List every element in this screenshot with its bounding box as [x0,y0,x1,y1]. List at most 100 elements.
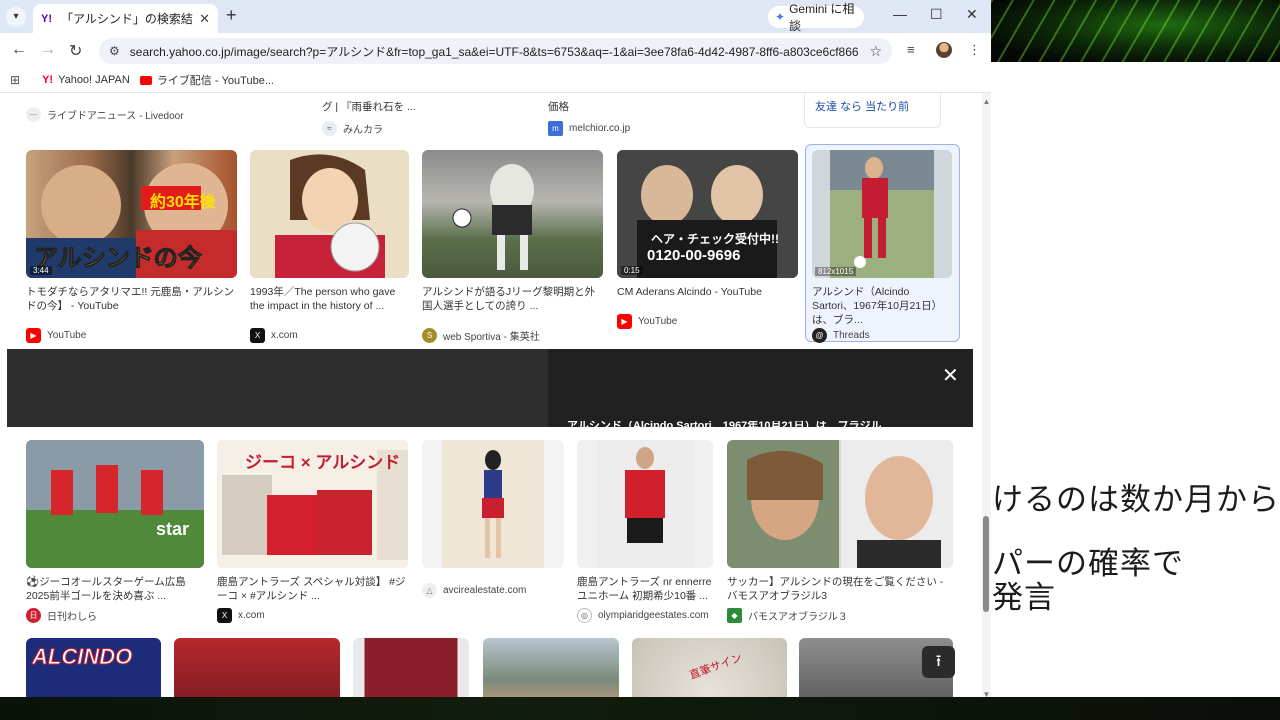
result-source[interactable]: ▶ YouTube [617,314,677,329]
address-url[interactable]: search.yahoo.co.jp/image/search?p=アルシンド&… [130,43,860,60]
x-icon: X [217,608,232,623]
gemini-sparkle-icon: ✦ [775,10,786,24]
result-caption: アルシンド（Alcindo Sartori、1967年10月21日）は、ブラ..… [812,286,943,326]
result-source[interactable]: X x.com [217,608,265,623]
result-thumbnail[interactable] [422,150,603,278]
result-thumbnail[interactable] [483,638,619,697]
thumbnail-overlay-main: アルシンドの今 [34,245,203,273]
video-subtitle-line-3: 発言 [992,580,1056,616]
result-thumbnail[interactable] [174,638,340,697]
video-duration: 3:44 [30,266,52,275]
result-source[interactable]: 日 日刊わしら [26,608,97,623]
maximize-button[interactable]: ☐ [930,6,943,23]
source-label: ライブドアニュース - Livedoor [47,111,184,122]
back-arrow-icon[interactable]: ← [11,41,27,59]
scroll-to-top-button[interactable]: ⭱ [922,646,955,678]
reading-list-icon[interactable]: ≡ [907,42,915,57]
sportiva-icon: S [422,328,437,343]
result-thumbnail[interactable] [577,440,713,568]
source-label: melchior.co.jp [569,123,631,134]
preview-image-area[interactable] [7,349,548,427]
result-caption: アルシンドが語るJリーグ黎明期と外国人選手としての誇り ... [422,286,596,312]
livedoor-icon: — [26,107,41,122]
apps-grid-icon[interactable]: ⊞ [10,73,20,87]
result-thumbnail[interactable] [250,150,409,278]
source-label: 日刊わしら [47,612,97,623]
result-caption: 友達 なら 当たり前 [815,101,910,113]
source-label: YouTube [47,330,87,341]
menu-kebab-icon[interactable]: ⋮ [968,42,981,58]
browser-window: ▾ Y! 「アルシンド」の検索結果 - Yahoo! ✕ + ✦ Gemini … [0,0,991,697]
close-window-button[interactable]: ✕ [966,6,978,23]
site-info-icon[interactable]: ⚙ [109,44,120,58]
scroll-down-arrow-icon[interactable]: ▼ [982,690,991,697]
result-source[interactable]: S web Sportiva - 集英社 [422,328,540,343]
result-thumbnail[interactable] [422,440,564,568]
bookmark-yahoo-japan[interactable]: Y! Yahoo! JAPAN [42,74,130,86]
source-label: みんカラ [343,125,383,136]
result-thumbnail[interactable] [727,440,953,568]
reload-icon[interactable]: ↻ [69,41,82,61]
tab-search-dropdown-icon[interactable]: ▾ [6,7,26,27]
result-thumbnail[interactable]: ヘア・チェック受付中!! 0120-00-9696 0:15 [617,150,798,278]
minimize-button[interactable]: — [893,6,907,22]
gemini-button[interactable]: ✦ Gemini に相談 [768,2,864,33]
x-icon: X [250,328,265,343]
result-thumbnail[interactable]: 812x1015 [812,150,952,278]
bookmark-youtube-live[interactable]: ライブ配信 - YouTube... [139,72,274,88]
source-label: x.com [271,330,298,341]
result-source[interactable]: @ Threads [812,328,870,343]
result-source[interactable]: m melchior.co.jp [548,121,630,136]
result-caption: 1993年／The person who gave the impact in … [250,286,396,312]
tab-close-icon[interactable]: ✕ [199,11,210,27]
cm-overlay-line-1: ヘア・チェック受付中!! [651,232,779,246]
yahoo-favicon-icon: Y! [41,12,52,25]
screen: けるのは数か月から パーの確率で 発言 ▾ Y! 「アルシンド」の検索結果 - … [0,0,1280,720]
result-card-partial[interactable]: 友達 なら 当たり前 [804,93,941,128]
page-scrollbar[interactable] [982,93,991,697]
tab-title: 「アルシンド」の検索結果 - Yahoo! [61,12,194,26]
scrollbar-thumb[interactable] [983,516,989,612]
alcindo-logo-text: ALCINDO [31,644,133,670]
result-source[interactable]: — ライブドアニュース - Livedoor [26,107,184,122]
result-caption: トモダチならアタリマエ!! 元鹿島・アルシンドの今】 - YouTube [26,286,235,312]
result-source[interactable]: ▶ YouTube [26,328,86,343]
result-caption: ⚽ジーコオールスターゲーム広島2025前半ゴールを決め喜ぶ ... [26,576,186,602]
result-source[interactable]: ◆ バモスアオブラジル３ [727,608,848,623]
result-thumbnail[interactable]: ジーコ × アルシンド [217,440,408,568]
result-source[interactable]: ◎ olympiaridgeestates.com [577,608,709,623]
result-caption: 鹿島アントラーズ スペシャル対談】 #ジーコ × #アルシンド ... [217,576,406,602]
image-size-badge: 812x1015 [815,267,857,276]
players-photo-art: star [26,440,204,568]
source-label: x.com [238,610,265,621]
illustration-art [250,150,409,278]
profile-avatar[interactable] [936,42,952,58]
result-source[interactable]: X x.com [250,328,298,343]
bookmark-star-icon[interactable]: ☆ [869,43,882,60]
result-source[interactable]: ≈ みんカラ [322,121,383,136]
result-caption [26,93,286,99]
result-thumbnail[interactable]: 約30年後 アルシンドの今 3:44 [26,150,237,278]
close-icon[interactable]: ✕ [942,363,959,388]
tab-yahoo-search[interactable]: Y! 「アルシンド」の検索結果 - Yahoo! ✕ [33,4,218,33]
yahoo-icon: Y! [42,74,54,86]
result-source[interactable]: △ avcirealestate.com [422,583,526,598]
source-label: YouTube [638,316,678,327]
result-caption: 鹿島アントラーズ nr ennerre ユニホーム 初期希少10番 ... [577,576,712,602]
result-thumbnail[interactable]: star [26,440,204,568]
forward-arrow-icon[interactable]: → [40,41,56,59]
nikkan-washira-icon: 日 [26,608,41,623]
youtube-icon: ▶ [26,328,41,343]
olympia-icon: ◎ [577,608,592,623]
scroll-up-arrow-icon[interactable]: ▲ [982,97,991,106]
result-thumbnail[interactable] [353,638,469,697]
new-tab-button[interactable]: + [226,5,237,26]
source-label: olympiaridgeestates.com [598,610,709,621]
address-bar[interactable]: ⚙ search.yahoo.co.jp/image/search?p=アルシン… [99,38,892,64]
threads-icon: @ [812,328,827,343]
result-thumbnail[interactable]: 直筆サイン [632,638,787,697]
result-caption: 価格 [548,101,569,113]
search-results-content: — ライブドアニュース - Livedoor グ | 『雨垂れ石を ... ≈ … [0,93,982,697]
soccer-photo-art [452,164,534,270]
result-thumbnail[interactable]: ALCINDO [26,638,161,697]
